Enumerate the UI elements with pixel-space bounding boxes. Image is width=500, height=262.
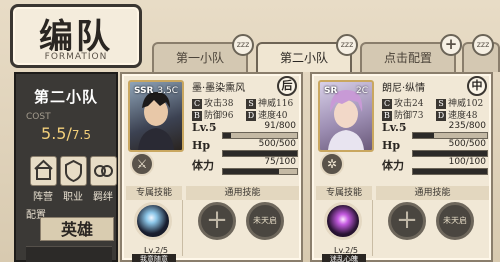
hp-bar (222, 150, 298, 157)
stamina-fill (413, 169, 487, 174)
sleep-icon[interactable]: zzz (232, 34, 254, 56)
level-label: Lv.5 (192, 121, 217, 134)
hp-value: 500/500 (258, 139, 296, 149)
stamina-label: 体力 (192, 159, 214, 172)
cog-icon: ✲ (320, 152, 344, 176)
add-skill-slot[interactable]: + (388, 202, 426, 240)
bond-button[interactable] (90, 156, 117, 186)
tab-squad-2[interactable]: 第二小队 zzz (256, 34, 358, 72)
tab-label: 第二小队 (279, 51, 328, 65)
title-panel: 编队 FORMATION (10, 4, 142, 68)
common-skill-header: 通用技能 (186, 186, 299, 200)
cost-current: 5.5 (41, 124, 67, 143)
rarity-badge: SR (324, 86, 338, 96)
hero-name: 墨·墨染熏风 (192, 83, 246, 94)
tab-label: 点击配置 (383, 51, 432, 65)
hero-portrait[interactable]: SR 2C (318, 80, 374, 152)
stamina-value: 75/100 (264, 157, 296, 167)
rarity-badge: SSR (134, 86, 154, 96)
stat-defense: B 防御73 (382, 108, 423, 121)
hero-card-1[interactable]: SSR 3.5C ⚔ 墨·墨染熏风 后 C 攻击38 S 神威116 B 防御96 D… (120, 72, 303, 262)
hp-bar (412, 150, 488, 157)
exp-fill (413, 133, 435, 138)
camp-label: 阵营 (33, 192, 53, 203)
config-hero-button[interactable]: 英雄 (40, 217, 114, 241)
exclusive-skill-header: 专属技能 (126, 186, 182, 200)
tab-configure[interactable]: 点击配置 + (360, 34, 462, 72)
tab-extra[interactable]: zzz (462, 34, 500, 72)
formation-screen: 编队 FORMATION 第一小队 zzz 第二小队 zzz 点击配置 + zz… (0, 0, 500, 262)
locked-skill-slot[interactable]: 未天启 (246, 202, 284, 240)
exp-value: 235/800 (448, 121, 486, 131)
class-label: 职业 (63, 192, 83, 203)
level-tag: 2C (355, 86, 368, 96)
skill-name: 迷乱心魄 (322, 254, 366, 262)
hp-label: Hp (382, 139, 401, 152)
stat-defense: B 防御96 (192, 108, 233, 121)
exclusive-skill-header: 专属技能 (316, 186, 372, 200)
tab-label: 第一小队 (175, 51, 224, 65)
crossed-swords-icon: ⚔ (130, 152, 154, 176)
page-subtitle: FORMATION (44, 52, 108, 62)
level-label: Lv.5 (382, 121, 407, 134)
exp-fill (223, 133, 232, 138)
bond-label: 羁绊 (93, 192, 113, 203)
stamina-value: 100/100 (448, 157, 486, 167)
stamina-fill (223, 169, 279, 174)
stat-speed: D 速度48 (436, 111, 478, 121)
tab-squad-1[interactable]: 第一小队 zzz (152, 34, 254, 72)
hp-fill (413, 151, 487, 156)
defense-icon: B (382, 111, 392, 121)
exp-value: 91/800 (264, 121, 296, 131)
cost-value: 5.5/7.5 (41, 124, 91, 143)
stamina-bar (412, 168, 488, 175)
add-icon[interactable]: + (440, 34, 462, 56)
exp-bar (222, 132, 298, 139)
squad-name: 第二小队 (33, 88, 98, 106)
squad-panel: 第二小队 COST 5.5/7.5 阵营 职业 羁绊 配置 英雄 (14, 72, 118, 262)
hero-card-2[interactable]: SR 2C ✲ 朗尼·纵情 中 C 攻击24 S 神威102 B 防御73 D 速度48… (310, 72, 493, 262)
exclusive-skill-slot[interactable] (134, 202, 172, 240)
speed-icon: D (246, 111, 256, 121)
common-skill-header: 通用技能 (376, 186, 489, 200)
camp-button[interactable] (30, 156, 57, 186)
exclusive-skill-slot[interactable] (324, 202, 362, 240)
skill-divider (182, 200, 183, 256)
hero-name: 朗尼·纵情 (382, 83, 426, 94)
stamina-bar (222, 168, 298, 175)
skill-divider (372, 200, 373, 256)
exp-bar (412, 132, 488, 139)
speed-icon: D (436, 111, 446, 121)
sleep-icon[interactable]: zzz (472, 34, 494, 56)
cost-max: 7.5 (71, 128, 91, 142)
cost-label: COST (26, 112, 51, 122)
stamina-label: 体力 (382, 159, 404, 172)
hp-fill (223, 151, 297, 156)
class-button[interactable] (60, 156, 87, 186)
level-tag: 3.5C (157, 86, 178, 96)
sleep-icon[interactable]: zzz (336, 34, 358, 56)
stat-speed: D 速度40 (246, 111, 288, 121)
skill-name: 我意随意 (132, 254, 176, 262)
config-next-row[interactable] (26, 246, 112, 262)
page-title: 编队 (39, 17, 113, 57)
hero-portrait[interactable]: SSR 3.5C (128, 80, 184, 152)
defense-icon: B (192, 111, 202, 121)
position-badge: 后 (277, 76, 297, 96)
position-badge: 中 (467, 76, 487, 96)
hp-value: 500/500 (448, 139, 486, 149)
locked-skill-slot[interactable]: 未天启 (436, 202, 474, 240)
hp-label: Hp (192, 139, 211, 152)
add-skill-slot[interactable]: + (198, 202, 236, 240)
